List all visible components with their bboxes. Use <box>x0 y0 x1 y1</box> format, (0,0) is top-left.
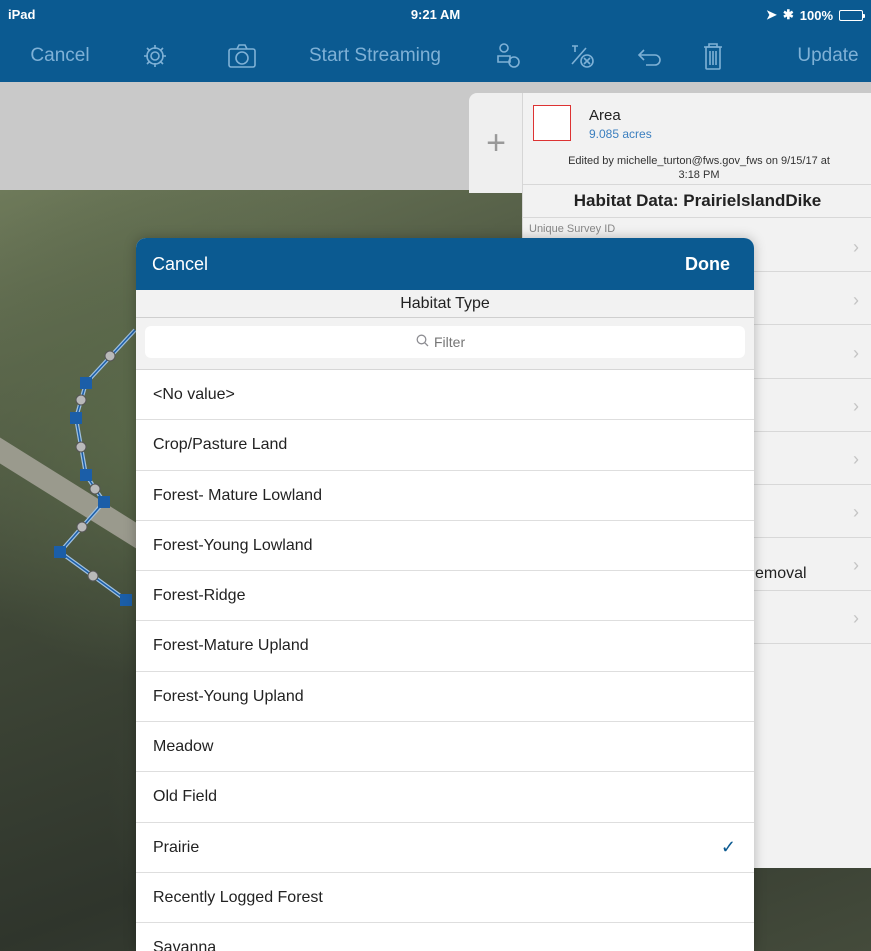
chevron-right-icon[interactable]: › <box>853 555 859 576</box>
option-row[interactable]: Forest-Young Upland <box>136 672 754 723</box>
option-label: Forest- Mature Lowland <box>153 486 322 504</box>
gear-icon[interactable] <box>135 30 175 82</box>
chevron-right-icon[interactable]: › <box>853 608 859 629</box>
filter-bar <box>136 318 754 370</box>
divider <box>523 184 871 185</box>
option-row[interactable]: Savanna <box>136 923 754 951</box>
option-row[interactable]: Forest-Mature Upland <box>136 621 754 672</box>
toolbar: Cancel Start Streaming Update <box>0 30 871 82</box>
start-streaming-button[interactable]: Start Streaming <box>300 30 450 82</box>
area-swatch <box>533 105 571 141</box>
option-label: <No value> <box>153 386 235 403</box>
option-list: <No value> Crop/Pasture Land Forest- Matur… <box>136 370 754 951</box>
checkmark-icon: ✓ <box>720 836 736 857</box>
update-button[interactable]: Update <box>790 30 866 82</box>
option-label: Meadow <box>153 738 214 756</box>
chevron-right-icon[interactable]: › <box>853 449 859 470</box>
undo-icon[interactable] <box>630 30 670 82</box>
location-icon: ➤ <box>765 7 777 22</box>
clear-vertex-icon[interactable] <box>562 30 602 82</box>
picker-cancel-button[interactable]: Cancel <box>152 254 208 275</box>
chevron-right-icon[interactable]: › <box>853 343 859 364</box>
filter-input[interactable] <box>434 334 474 350</box>
edited-info: Edited by michelle_turton@fws.gov_fws on… <box>568 155 830 181</box>
chevron-right-icon[interactable]: › <box>853 290 859 311</box>
cancel-button[interactable]: Cancel <box>30 30 90 82</box>
option-row[interactable]: Forest- Mature Lowland <box>136 471 754 521</box>
bluetooth-icon: ✱ <box>782 7 794 22</box>
status-bar: iPad 9:21 AM ➤ ✱ 100% <box>0 0 871 30</box>
option-label: Crop/Pasture Land <box>153 436 288 454</box>
area-value: 9.085 acres <box>589 127 652 141</box>
field-value: emoval <box>755 565 807 582</box>
battery-percent: 100% <box>799 7 833 23</box>
chevron-right-icon[interactable]: › <box>853 396 859 417</box>
picker-header: Cancel Done <box>136 238 754 290</box>
option-row[interactable]: Forest-Ridge <box>136 571 754 622</box>
option-row[interactable]: Old Field <box>136 772 754 823</box>
unique-id-label: Unique Survey ID <box>529 223 616 235</box>
option-label: Forest-Young Lowland <box>153 536 313 554</box>
option-row[interactable]: Forest-Young Lowland <box>136 521 754 572</box>
option-label: Forest-Mature Upland <box>153 637 309 655</box>
filter-field[interactable] <box>145 326 745 358</box>
option-label: Forest-Ridge <box>153 587 246 605</box>
habitat-type-picker: Cancel Done Habitat Type <No value> Crop/… <box>136 238 754 951</box>
chevron-right-icon[interactable]: › <box>853 237 859 258</box>
option-label: Old Field <box>153 788 218 806</box>
habitat-title: Habitat Data: PrairielslandDike <box>573 191 822 210</box>
option-row[interactable]: Crop/Pasture Land <box>136 420 754 471</box>
option-label: Savanna <box>153 939 217 951</box>
trash-icon[interactable] <box>693 30 733 82</box>
option-row[interactable]: Prairie ✓ <box>136 823 754 873</box>
battery-icon <box>839 9 865 21</box>
divider <box>523 217 871 218</box>
chevron-right-icon[interactable]: › <box>853 502 859 523</box>
polygon-sketch[interactable] <box>0 190 140 951</box>
status-right: ➤ ✱ 100% <box>765 7 865 23</box>
option-label: Recently Logged Forest <box>153 888 323 906</box>
option-row[interactable]: Recently Logged Forest <box>136 873 754 924</box>
option-row[interactable]: <No value> <box>136 370 754 421</box>
search-icon <box>416 334 429 350</box>
option-label: Prairie <box>153 838 200 856</box>
picker-title: Habitat Type <box>136 290 754 318</box>
user-camera-icon[interactable] <box>488 30 528 82</box>
option-label: Forest-Young Upland <box>153 687 304 705</box>
camera-icon[interactable] <box>222 30 262 82</box>
picker-done-button[interactable]: Done <box>685 254 730 275</box>
option-row[interactable]: Meadow <box>136 722 754 773</box>
area-title: Area <box>589 107 621 124</box>
clock: 9:21 AM <box>410 7 461 22</box>
add-button[interactable]: + <box>469 93 523 193</box>
